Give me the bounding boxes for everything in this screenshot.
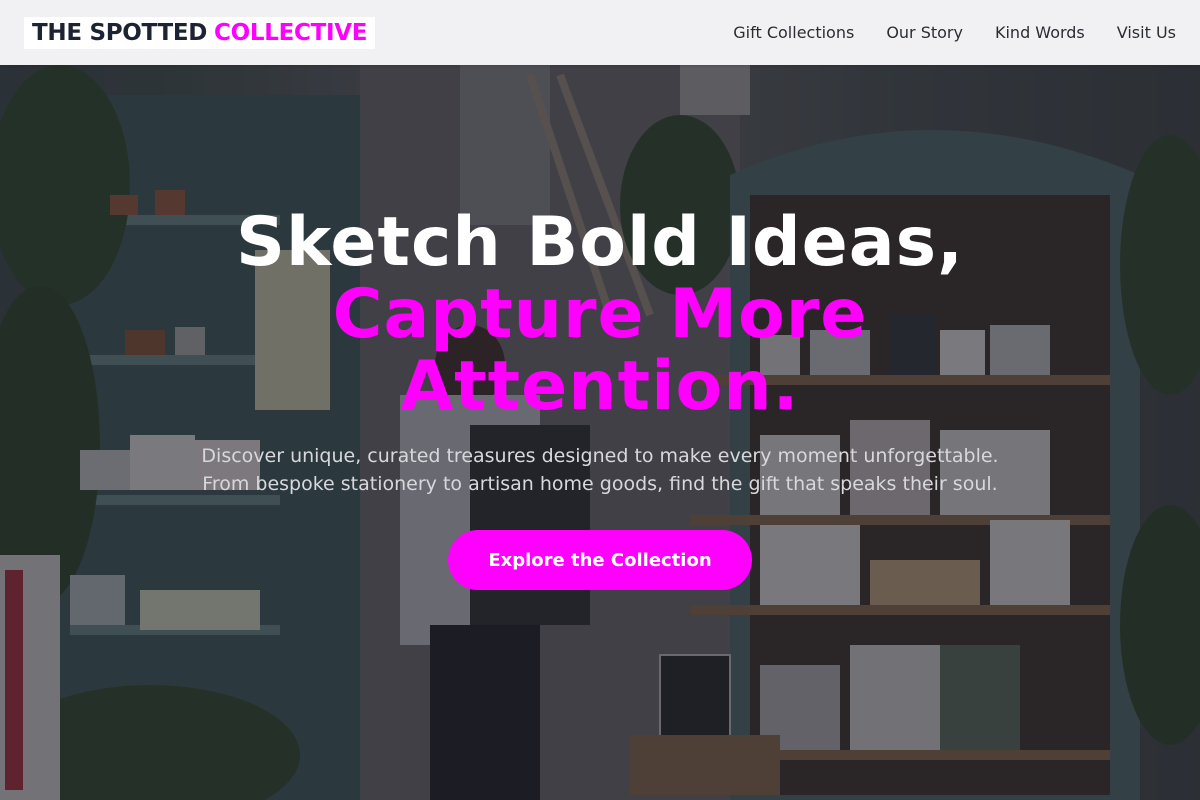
headline-line-2: Capture More	[332, 275, 868, 354]
brand-name-part1: THE SPOTTED	[32, 19, 208, 46]
subtext-line-1: Discover unique, curated treasures desig…	[201, 445, 999, 467]
hero-subtext: Discover unique, curated treasures desig…	[0, 442, 1200, 498]
explore-collection-button[interactable]: Explore the Collection	[448, 530, 752, 590]
nav-link-our-story[interactable]: Our Story	[886, 23, 963, 42]
nav-link-gift-collections[interactable]: Gift Collections	[733, 23, 854, 42]
hero-headline: Sketch Bold Ideas, Capture More Attentio…	[0, 207, 1200, 423]
nav-link-visit-us[interactable]: Visit Us	[1117, 23, 1176, 42]
top-navbar: THE SPOTTED COLLECTIVE Gift Collections …	[0, 0, 1200, 65]
main-nav: Gift Collections Our Story Kind Words Vi…	[733, 23, 1176, 42]
brand-name-part2: COLLECTIVE	[214, 19, 368, 46]
headline-line-1: Sketch Bold Ideas,	[236, 203, 964, 282]
subtext-line-2: From bespoke stationery to artisan home …	[202, 473, 998, 495]
hero-section: Sketch Bold Ideas, Capture More Attentio…	[0, 65, 1200, 800]
headline-line-3: Attention.	[400, 347, 800, 426]
nav-link-kind-words[interactable]: Kind Words	[995, 23, 1085, 42]
hero-content: Sketch Bold Ideas, Capture More Attentio…	[0, 65, 1200, 800]
brand-logo[interactable]: THE SPOTTED COLLECTIVE	[24, 16, 376, 49]
